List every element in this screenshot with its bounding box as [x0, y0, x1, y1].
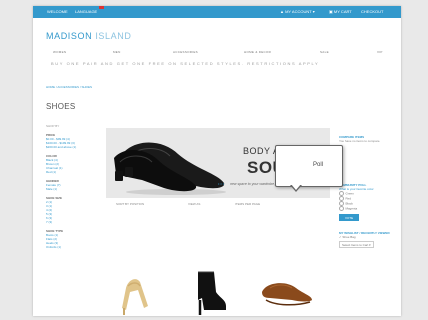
- right-sidebar: COMPARE ITEMS You have no items to compa…: [339, 130, 395, 248]
- nav-item-home-decor[interactable]: HOME & DECOR: [244, 50, 271, 54]
- language-label: LANGUAGE: [75, 9, 98, 14]
- flag-icon: [99, 6, 105, 9]
- nav-item-accessories[interactable]: ACCESSORIES: [173, 50, 198, 54]
- filter-option[interactable]: Male (1): [46, 187, 106, 191]
- product-image-pointed-flat[interactable]: [256, 272, 316, 312]
- checkout-link[interactable]: CHECKOUT: [361, 6, 383, 18]
- breadcrumb[interactable]: HOME / ACCESSORIES / SHOES: [46, 85, 92, 89]
- cart-label: MY CART: [333, 9, 352, 14]
- poll-option-label: Green: [345, 191, 354, 196]
- poll-option-label: Red: [345, 196, 352, 201]
- nav-item-men[interactable]: MEN: [113, 50, 121, 54]
- poll-popup-title: Poll: [313, 162, 324, 168]
- account-link[interactable]: ▲ MY ACCOUNT ▾: [280, 6, 315, 18]
- logo-light-text: ISLAND: [95, 31, 132, 41]
- poll-option-label: Black: [345, 201, 353, 206]
- poll-popup[interactable]: Poll: [275, 145, 343, 192]
- language-selector[interactable]: LANGUAGE: [75, 6, 105, 18]
- filter-group-shoe-size: SHOE SIZE 2 (1) 3 (1) 4 (2) 5 (3) 6 (3) …: [46, 196, 106, 224]
- filter-option[interactable]: 7 (3): [46, 220, 106, 224]
- items-per-page-select[interactable]: ITEMS PER PAGE: [235, 202, 260, 206]
- site-logo[interactable]: MADISON ISLAND: [46, 31, 131, 41]
- recent-item[interactable]: ✓ Shoe Bag: [339, 235, 395, 239]
- black-oxford-shoes-image: [114, 142, 226, 195]
- nav-item-women[interactable]: WOMEN: [53, 50, 66, 54]
- vote-button[interactable]: VOTE: [339, 214, 360, 221]
- filter-option[interactable]: $200.00 and above (1): [46, 145, 106, 149]
- filter-group-shoe-type: SHOE TYPE Boots (1) Flats (2) Heels (3) …: [46, 229, 106, 249]
- page-title: SHOES: [46, 102, 76, 111]
- poll-option-label: Magenta: [345, 206, 358, 211]
- sort-by-select[interactable]: SORT BY POSITION: [116, 202, 144, 206]
- product-grid: [106, 268, 330, 316]
- nav-item-vip[interactable]: VIP: [377, 50, 383, 54]
- browser-page-frame: WELCOME LANGUAGE ▲ MY ACCOUNT ▾ ▣ MY CAR…: [33, 6, 401, 316]
- shop-by-label: SHOP BY: [46, 124, 60, 128]
- recent-item-label: Shoe Bag: [342, 235, 356, 239]
- radio-icon: [339, 206, 344, 211]
- filter-group-price: PRICE $0.00 - $99.99 (4) $100.00 - $199.…: [46, 133, 106, 149]
- logo-bold-text: MADISON: [46, 31, 93, 41]
- filter-group-gender: GENDER Female (7) Male (1): [46, 179, 106, 191]
- promo-banner-text: BUY ONE PAIR AND GET ONE FREE ON SELECTE…: [51, 61, 320, 66]
- cart-link[interactable]: ▣ MY CART: [329, 6, 352, 18]
- filter-option[interactable]: Oxfords (1): [46, 245, 106, 249]
- product-image-ankle-bootie[interactable]: [186, 268, 231, 316]
- filter-option[interactable]: Red (1): [46, 170, 106, 174]
- view-as-toggle[interactable]: VIEW AS: [188, 202, 200, 206]
- layered-nav-filters: SHOP BY PRICE $0.00 - $99.99 (4) $100.00…: [46, 124, 106, 249]
- top-bar: WELCOME LANGUAGE ▲ MY ACCOUNT ▾ ▣ MY CAR…: [33, 6, 401, 18]
- select-value: Select Items to Cart: [342, 242, 369, 247]
- poll-option-magenta[interactable]: Magenta: [339, 206, 395, 211]
- banner-dots: •••: [218, 181, 226, 186]
- nav-item-sale[interactable]: SALE: [320, 50, 329, 54]
- account-label: MY ACCOUNT: [285, 9, 312, 14]
- poll-popup-tail-inner: [291, 184, 301, 190]
- compare-text: You have no items to compare.: [339, 139, 381, 143]
- filter-group-color: COLOR Black (4) Brown (2) Charcoal (1) R…: [46, 154, 106, 174]
- add-to-cart-select[interactable]: Select Items to Cart ▾: [339, 241, 374, 248]
- product-image-strappy-sandal[interactable]: [116, 268, 156, 316]
- welcome-text: WELCOME: [47, 9, 68, 14]
